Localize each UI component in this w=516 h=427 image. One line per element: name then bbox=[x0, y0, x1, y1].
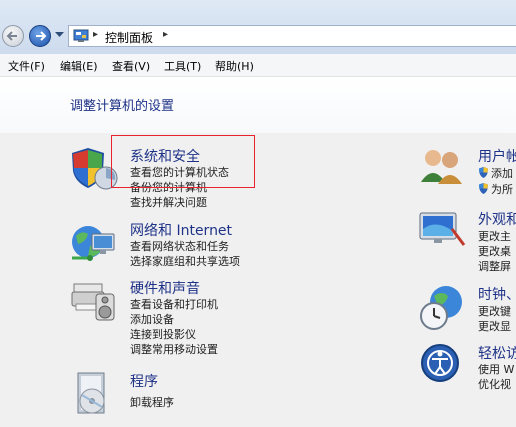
link-view-network-status[interactable]: 查看网络状态和任务 bbox=[130, 238, 229, 254]
highlight-annotation-box bbox=[111, 135, 255, 188]
clock-region-icon bbox=[420, 286, 462, 330]
menu-tools[interactable]: 工具(T) bbox=[164, 58, 201, 74]
forward-arrow-icon bbox=[36, 31, 47, 41]
category-title-user-accounts[interactable]: 用户帐 bbox=[478, 146, 516, 166]
recent-pages-dropdown-icon[interactable] bbox=[55, 32, 64, 38]
breadcrumb-separator[interactable]: ▸ bbox=[163, 29, 168, 40]
breadcrumb-control-panel[interactable]: 控制面板 bbox=[105, 29, 153, 46]
link-change-desktop[interactable]: 更改桌 bbox=[478, 243, 511, 259]
ease-of-access-icon bbox=[421, 344, 459, 382]
content-header: 调整计算机的设置 bbox=[0, 77, 516, 133]
link-connect-projector[interactable]: 连接到投影仪 bbox=[130, 326, 196, 342]
control-panel-icon bbox=[73, 29, 89, 42]
link-optimize-visual[interactable]: 优化视 bbox=[478, 376, 511, 392]
hardware-sound-icon bbox=[71, 283, 115, 321]
back-button[interactable] bbox=[2, 25, 24, 47]
link-add-user-label: 添加 bbox=[491, 167, 513, 180]
category-title-ease-of-access[interactable]: 轻松访 bbox=[478, 343, 516, 363]
uac-shield-icon bbox=[479, 167, 488, 178]
category-title-appearance[interactable]: 外观和 bbox=[478, 209, 516, 229]
link-uninstall-program[interactable]: 卸载程序 bbox=[130, 394, 174, 410]
category-title-network[interactable]: 网络和 Internet bbox=[130, 220, 232, 240]
address-bar-area: ▸ 控制面板 ▸ bbox=[0, 0, 516, 54]
link-change-theme[interactable]: 更改主 bbox=[478, 228, 511, 244]
link-homegroup-sharing[interactable]: 选择家庭组和共享选项 bbox=[130, 253, 240, 269]
network-icon bbox=[72, 226, 115, 261]
link-adjust-resolution[interactable]: 调整屏 bbox=[478, 258, 511, 274]
programs-icon bbox=[77, 372, 105, 414]
category-title-hardware-sound[interactable]: 硬件和声音 bbox=[130, 278, 200, 298]
category-title-programs[interactable]: 程序 bbox=[130, 371, 158, 391]
category-title-clock-region[interactable]: 时钟、 bbox=[478, 284, 516, 304]
link-add-user[interactable]: 添加 bbox=[478, 165, 513, 181]
link-set-parental[interactable]: 为所 bbox=[478, 181, 513, 197]
link-mobility-settings[interactable]: 调整常用移动设置 bbox=[130, 341, 218, 357]
menu-edit[interactable]: 编辑(E) bbox=[60, 58, 98, 74]
page-title: 调整计算机的设置 bbox=[70, 99, 175, 114]
link-change-keyboard[interactable]: 更改键 bbox=[478, 303, 511, 319]
link-change-display-language[interactable]: 更改显 bbox=[478, 318, 511, 334]
breadcrumb-separator[interactable]: ▸ bbox=[93, 29, 98, 40]
menu-file[interactable]: 文件(F) bbox=[8, 58, 45, 74]
user-accounts-icon bbox=[421, 150, 462, 184]
menu-bar: 文件(F) 编辑(E) 查看(V) 工具(T) 帮助(H) bbox=[0, 54, 516, 77]
appearance-icon bbox=[419, 212, 466, 246]
uac-shield-icon bbox=[479, 183, 488, 194]
link-devices-printers[interactable]: 查看设备和打印机 bbox=[130, 296, 218, 312]
back-arrow-icon bbox=[6, 31, 17, 41]
address-field[interactable]: ▸ 控制面板 ▸ bbox=[68, 25, 516, 47]
link-set-parental-label: 为所 bbox=[491, 183, 513, 196]
link-use-windows-suggestions[interactable]: 使用 W bbox=[478, 361, 514, 377]
forward-button[interactable] bbox=[29, 25, 51, 47]
link-add-device[interactable]: 添加设备 bbox=[130, 311, 174, 327]
menu-view[interactable]: 查看(V) bbox=[112, 58, 150, 74]
menu-help[interactable]: 帮助(H) bbox=[215, 58, 254, 74]
link-find-fix-problems[interactable]: 查找并解决问题 bbox=[130, 194, 207, 210]
